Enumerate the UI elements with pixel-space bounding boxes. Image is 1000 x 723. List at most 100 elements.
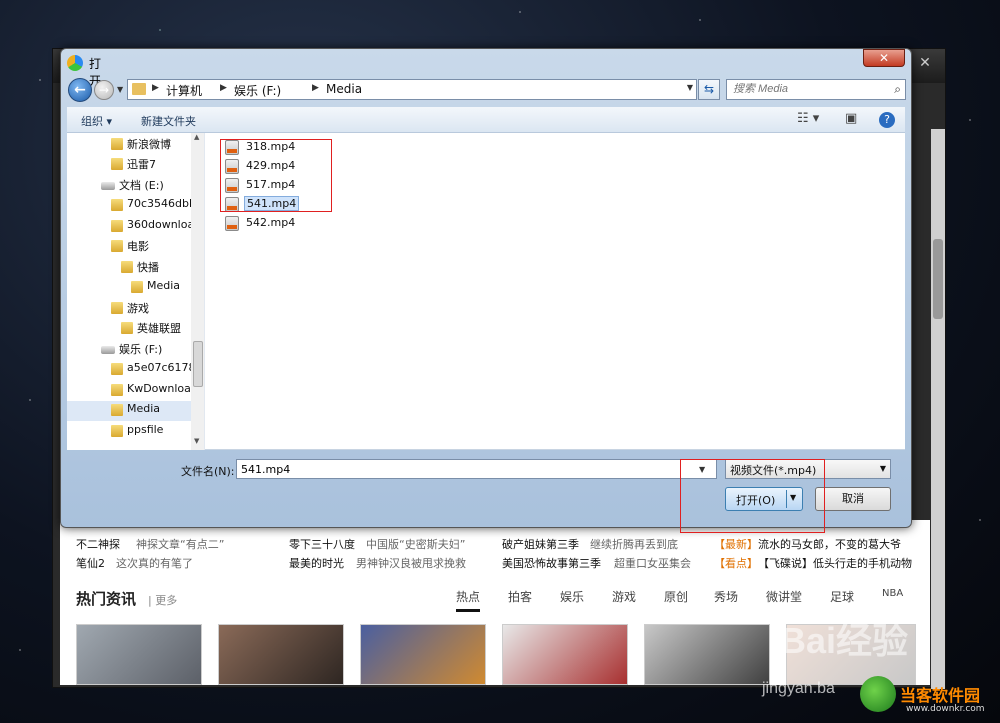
new-folder-button[interactable]: 新建文件夹: [141, 113, 196, 129]
drive-icon: [101, 346, 115, 354]
news-thumbnail[interactable]: [360, 624, 486, 685]
highlight-box-files: [220, 139, 332, 212]
filename-input[interactable]: [236, 459, 717, 479]
tree-item-label: 游戏: [127, 302, 149, 315]
news-title[interactable]: 最美的时光: [289, 555, 344, 571]
organize-menu-button[interactable]: 组织 ▾: [81, 113, 112, 129]
news-subtitle[interactable]: 超重口女巫集会: [614, 555, 691, 571]
breadcrumb-media[interactable]: Media: [326, 82, 362, 96]
baidu-watermark: Bai经验: [780, 620, 909, 661]
folder-icon: [111, 384, 123, 396]
hot-more-link[interactable]: | 更多: [148, 592, 177, 608]
news-subtitle[interactable]: 神探文章“有点二”: [136, 536, 224, 552]
help-icon[interactable]: ?: [879, 112, 895, 128]
view-options-icon[interactable]: ☷ ▾: [797, 111, 819, 126]
scroll-thumb[interactable]: [193, 341, 203, 387]
folder-icon: [111, 425, 123, 437]
chevron-down-icon[interactable]: ▼: [880, 464, 886, 473]
recent-pages-chevron-icon[interactable]: ▼: [117, 85, 123, 94]
close-button[interactable]: ✕: [863, 49, 905, 67]
folder-icon: [111, 158, 123, 170]
command-toolbar: 组织 ▾ 新建文件夹 ☷ ▾ ▣ ?: [67, 107, 905, 133]
tab-show[interactable]: 秀场: [714, 588, 738, 605]
tab-games[interactable]: 游戏: [612, 588, 636, 605]
tab-lecture[interactable]: 微讲堂: [766, 588, 802, 605]
news-thumbnail[interactable]: [76, 624, 202, 685]
highlight-box-open: [680, 459, 825, 533]
news-thumbnail[interactable]: [218, 624, 344, 685]
news-subtitle[interactable]: 这次真的有笔了: [116, 555, 193, 571]
tab-entertainment[interactable]: 娱乐: [560, 588, 584, 605]
tree-item-selected[interactable]: Media: [67, 401, 191, 421]
tab-hot[interactable]: 热点: [456, 588, 481, 612]
nav-pane-scrollbar[interactable]: ▲ ▼: [191, 133, 204, 450]
news-thumbnail[interactable]: [644, 624, 770, 685]
tree-item-label: 360downloa: [127, 218, 195, 231]
news-title[interactable]: 破产姐妹第三季: [502, 536, 579, 552]
news-tag: 【看点】: [714, 557, 758, 570]
search-icon[interactable]: ⌕: [894, 82, 901, 97]
tree-item-label: 70c3546dbb: [127, 197, 196, 210]
tree-item-label: Media: [127, 402, 161, 415]
app-logo-icon: [67, 55, 83, 71]
tab-nba[interactable]: NBA: [882, 588, 903, 599]
address-dropdown-icon[interactable]: ▼: [687, 83, 693, 92]
tab-original[interactable]: 原创: [664, 588, 688, 605]
tree-item-label: 娱乐 (F:): [119, 343, 163, 356]
navigation-pane: 新浪微博 迅雷7 文档 (E:) 70c3546dbb 360downloa 电…: [67, 133, 205, 450]
folder-icon: [111, 138, 123, 150]
cancel-button[interactable]: 取消: [815, 487, 891, 511]
open-file-dialog: 打开 ✕ ← → ▼ ▶ 计算机 ▶ 娱乐 (F:) ▶ Media ▼ ⇆ ⌕…: [60, 48, 912, 533]
app-scroll-thumb[interactable]: [933, 239, 943, 319]
hot-news-title: 热门资讯: [76, 590, 137, 608]
preview-pane-icon[interactable]: ▣: [845, 111, 857, 126]
browser-panes: 新浪微博 迅雷7 文档 (E:) 70c3546dbb 360downloa 电…: [67, 133, 905, 450]
refresh-icon[interactable]: ⇆: [698, 79, 720, 100]
folder-icon: [111, 199, 123, 211]
folder-icon: [111, 302, 123, 314]
tree-item-label: a5e07c6178: [127, 361, 196, 374]
news-title[interactable]: 零下三十八度: [289, 536, 355, 552]
breadcrumb-computer[interactable]: 计算机: [166, 82, 202, 99]
mp4-file-icon: [225, 216, 239, 231]
address-bar[interactable]: ▶ 计算机 ▶ 娱乐 (F:) ▶ Media ▼: [127, 79, 697, 100]
news-title[interactable]: 流水的马女郎，不变的葛大爷: [758, 536, 901, 552]
file-name: 542.mp4: [246, 216, 296, 229]
news-title[interactable]: 笔仙2: [76, 555, 105, 571]
breadcrumb-drive-f[interactable]: 娱乐 (F:): [234, 82, 281, 99]
tree-item-label: 电影: [127, 240, 149, 253]
tab-paike[interactable]: 拍客: [508, 588, 532, 605]
jingyan-watermark: jingyan.ba: [762, 680, 835, 697]
chevron-right-icon[interactable]: ▶: [152, 83, 159, 93]
search-input[interactable]: [733, 83, 883, 95]
tab-football[interactable]: 足球: [830, 588, 854, 605]
chevron-right-icon[interactable]: ▶: [220, 83, 227, 93]
site-logo-icon: [860, 676, 896, 712]
app-close-icon[interactable]: ✕: [913, 53, 937, 73]
scroll-down-icon[interactable]: ▼: [194, 437, 199, 445]
news-thumbnail[interactable]: [502, 624, 628, 685]
forward-arrow-icon[interactable]: →: [94, 80, 114, 100]
news-title[interactable]: 【飞碟说】低头行走的手机动物: [758, 555, 912, 571]
news-title[interactable]: 不二神探: [76, 536, 120, 552]
back-arrow-icon[interactable]: ←: [68, 78, 92, 102]
chevron-right-icon[interactable]: ▶: [312, 83, 319, 93]
folder-icon: [111, 363, 123, 375]
scroll-up-icon[interactable]: ▲: [194, 133, 199, 141]
folder-icon: [131, 281, 143, 293]
drive-icon: [101, 182, 115, 190]
app-scrollbar[interactable]: [931, 129, 945, 689]
news-subtitle[interactable]: 继续折腾再丢到底: [590, 536, 678, 552]
folder-icon: [111, 404, 123, 416]
tree-item-label: 文档 (E:): [119, 179, 164, 192]
tree-item-label: KwDownloa: [127, 382, 191, 395]
news-title[interactable]: 美国恐怖故事第三季: [502, 555, 601, 571]
folder-icon: [121, 261, 133, 273]
news-subtitle[interactable]: 中国版“史密斯夫妇”: [366, 536, 465, 552]
site-watermark: 当客软件园: [900, 686, 981, 705]
news-subtitle[interactable]: 男神钟汉良被甩求挽救: [356, 555, 466, 571]
tree-item-label: ppsfile: [127, 423, 164, 436]
tree-item-label: 新浪微博: [127, 138, 171, 151]
search-box: ⌕: [726, 79, 906, 100]
tree-item-label: 迅雷7: [127, 158, 156, 171]
